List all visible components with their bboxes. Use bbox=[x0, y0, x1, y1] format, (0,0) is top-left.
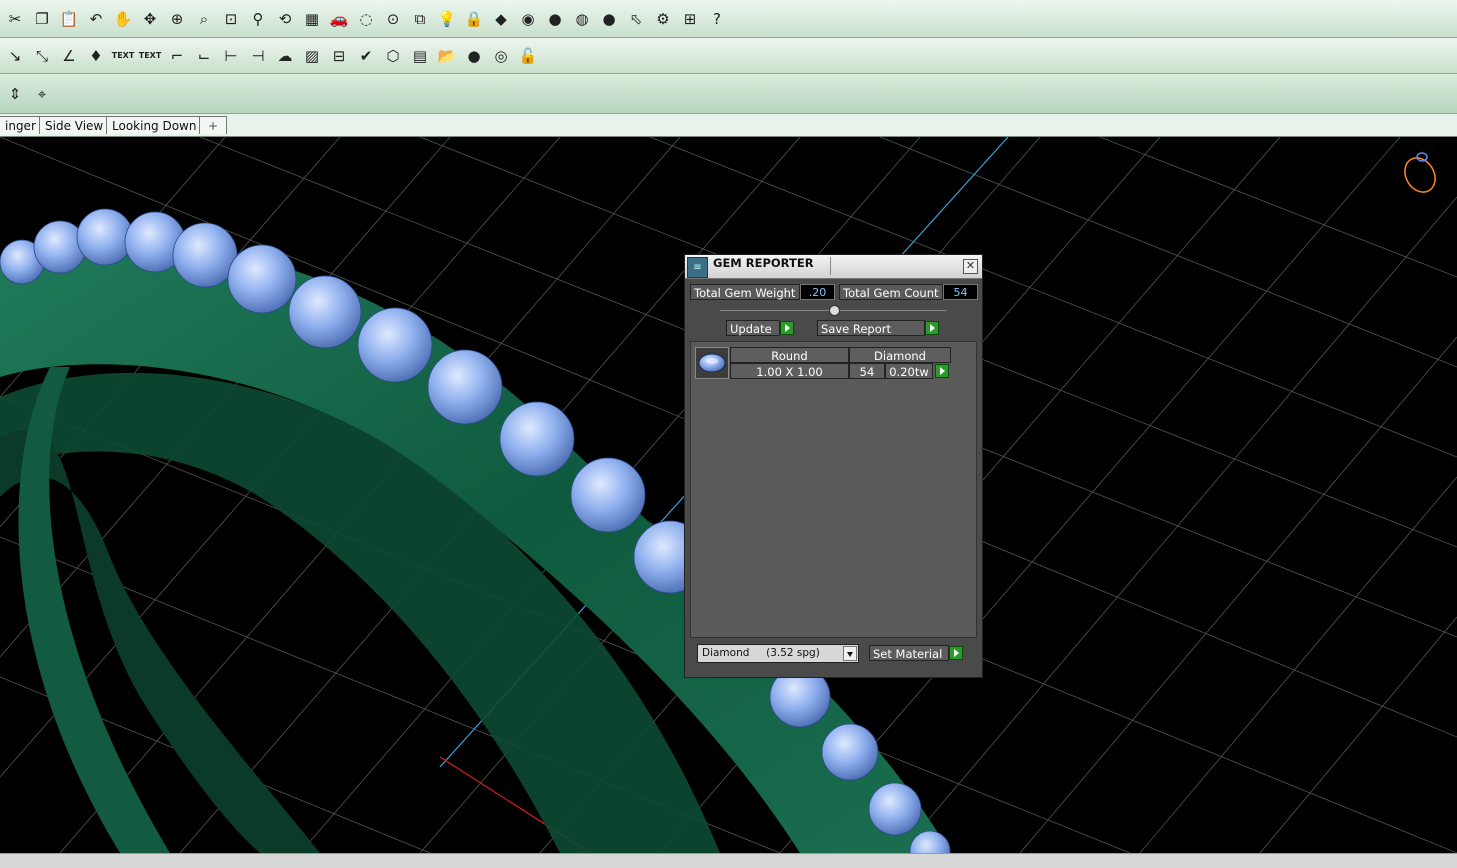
paste-icon[interactable]: 📋 bbox=[58, 8, 80, 30]
zoom-extents-icon[interactable]: ⊡ bbox=[220, 8, 242, 30]
text-outline-icon[interactable]: TEXT bbox=[139, 45, 162, 67]
shade-icon[interactable]: ◌ bbox=[355, 8, 377, 30]
gem-reporter-dialog: ≡ GEM REPORTER ✕ Total Gem Weight .20 To… bbox=[684, 254, 983, 678]
undo-icon[interactable]: ↶ bbox=[85, 8, 107, 30]
black-sphere-icon[interactable]: ● bbox=[463, 45, 485, 67]
gem-reporter-icon: ≡ bbox=[687, 257, 708, 278]
dimension-icon[interactable]: ⊞ bbox=[679, 8, 701, 30]
dim-radius-icon[interactable]: ⤡ bbox=[31, 45, 53, 67]
status-bar bbox=[0, 853, 1457, 868]
help-icon[interactable]: ? bbox=[706, 8, 728, 30]
dim-angle-icon[interactable]: ∠ bbox=[58, 45, 80, 67]
sphere-blue-icon[interactable]: ● bbox=[598, 8, 620, 30]
pan-hand-icon[interactable]: ✋ bbox=[112, 8, 134, 30]
main-toolbar: ✂ ❐ 📋 ↶ ✋ ✥ ⊕ ⌕ ⊡ ⚲ ⟲ ▦ 🚗 ◌ ⊙ ⧉ 💡 🔒 ◆ ◉ ● ◍ ● ⬁ ⚙ ⊞? bbox=[0, 0, 1457, 38]
leader-icon[interactable]: ⌐ bbox=[166, 45, 188, 67]
gem-shape-cell: Round bbox=[730, 347, 849, 363]
zoom-in-icon[interactable]: ⊕ bbox=[166, 8, 188, 30]
check-icon[interactable]: ✔ bbox=[355, 45, 377, 67]
rotate-icon[interactable]: ✥ bbox=[139, 8, 161, 30]
gem-row-go-icon[interactable] bbox=[935, 364, 949, 378]
view-tabs: inger Side View Looking Down + bbox=[0, 114, 1457, 137]
color-wheel-icon[interactable]: ◉ bbox=[517, 8, 539, 30]
total-gem-count-value: 54 bbox=[943, 284, 978, 300]
view-rotate-icon[interactable]: ⟲ bbox=[274, 8, 296, 30]
gem-count-cell: 54 bbox=[849, 363, 885, 379]
total-gem-weight-label: Total Gem Weight bbox=[690, 284, 800, 300]
measure-icon[interactable]: ⊢ bbox=[220, 45, 242, 67]
set-material-go-icon[interactable] bbox=[949, 646, 963, 660]
cloud-icon[interactable]: ☁ bbox=[274, 45, 296, 67]
tab-looking-down[interactable]: Looking Down bbox=[106, 116, 203, 134]
unlock-icon[interactable]: 🔓 bbox=[517, 45, 539, 67]
hatch-icon[interactable]: ▨ bbox=[301, 45, 323, 67]
folder-icon[interactable]: 📂 bbox=[436, 45, 458, 67]
gem-material-cell: Diamond bbox=[849, 347, 951, 363]
material-select[interactable]: Diamond (3.52 spg) bbox=[697, 644, 859, 663]
settings-gear-icon[interactable]: ⚙ bbox=[652, 8, 674, 30]
dialog-title: GEM REPORTER bbox=[713, 256, 814, 270]
layer-icon[interactable]: ⧉ bbox=[409, 8, 431, 30]
gem-list bbox=[690, 341, 977, 638]
measure2-icon[interactable]: ⊣ bbox=[247, 45, 269, 67]
save-report-go-icon[interactable] bbox=[925, 321, 939, 335]
dialog-titlebar[interactable]: ≡ GEM REPORTER ✕ bbox=[685, 255, 982, 279]
snap-vertical-icon[interactable]: ⇕ bbox=[4, 83, 26, 105]
total-gem-count-label: Total Gem Count bbox=[839, 284, 943, 300]
zoom-selected-icon[interactable]: ⚲ bbox=[247, 8, 269, 30]
callout-icon[interactable]: ⌙ bbox=[193, 45, 215, 67]
add-tab-button[interactable]: + bbox=[199, 116, 227, 134]
splitter-knob-icon[interactable] bbox=[829, 305, 840, 316]
tab-side-view[interactable]: Side View bbox=[39, 116, 110, 134]
lock-icon[interactable]: 🔒 bbox=[463, 8, 485, 30]
zoom-window-icon[interactable]: ⌕ bbox=[193, 8, 215, 30]
cut-icon[interactable]: ✂ bbox=[4, 8, 26, 30]
sphere-chrome-icon[interactable]: ◍ bbox=[571, 8, 593, 30]
grid-icon[interactable]: ▦ bbox=[301, 8, 323, 30]
spiral-icon[interactable]: ◎ bbox=[490, 45, 512, 67]
text-icon[interactable]: TEXT bbox=[112, 45, 135, 67]
chevron-down-icon[interactable] bbox=[843, 646, 857, 661]
close-button[interactable]: ✕ bbox=[963, 259, 978, 274]
title-divider bbox=[830, 257, 831, 275]
save-report-button[interactable]: Save Report bbox=[817, 320, 925, 336]
material-icon[interactable]: ◆ bbox=[490, 8, 512, 30]
crosshair-icon[interactable]: ⌖ bbox=[31, 83, 53, 105]
copy-icon[interactable]: ❐ bbox=[31, 8, 53, 30]
gem-weight-cell: 0.20tw bbox=[885, 363, 933, 379]
box-icon[interactable]: ⬡ bbox=[382, 45, 404, 67]
align-icon[interactable]: ⊟ bbox=[328, 45, 350, 67]
set-material-button[interactable]: Set Material bbox=[869, 645, 949, 661]
snap-toolbar: ⇕ ⌖ bbox=[0, 74, 1457, 114]
tab-finger[interactable]: inger bbox=[0, 116, 42, 134]
drafting-toolbar: ↘ ⤡ ∠ ♦ TEXT TEXT ⌐ ⌙ ⊢ ⊣ ☁ ▨ ⊟ ✔ ⬡ ▤ 📂 ● ◎ 🔓 bbox=[0, 38, 1457, 74]
round-gem-thumbnail-icon bbox=[695, 347, 729, 379]
render-car-icon[interactable]: 🚗 bbox=[328, 8, 350, 30]
dim-linear-icon[interactable]: ↘ bbox=[4, 45, 26, 67]
snap-icon[interactable]: ⊙ bbox=[382, 8, 404, 30]
table-icon[interactable]: ▤ bbox=[409, 45, 431, 67]
view-orientation-ring-icon bbox=[1404, 152, 1436, 193]
update-go-icon[interactable] bbox=[780, 321, 794, 335]
material-select-value: Diamond (3.52 spg) bbox=[702, 647, 820, 659]
gem-size-cell: 1.00 X 1.00 bbox=[730, 363, 849, 379]
gem-icon[interactable]: ♦ bbox=[85, 45, 107, 67]
light-bulb-icon[interactable]: 💡 bbox=[436, 8, 458, 30]
total-gem-weight-value: .20 bbox=[800, 284, 835, 300]
update-button[interactable]: Update bbox=[726, 320, 780, 336]
pointer-icon[interactable]: ⬁ bbox=[625, 8, 647, 30]
sphere-gray-icon[interactable]: ● bbox=[544, 8, 566, 30]
